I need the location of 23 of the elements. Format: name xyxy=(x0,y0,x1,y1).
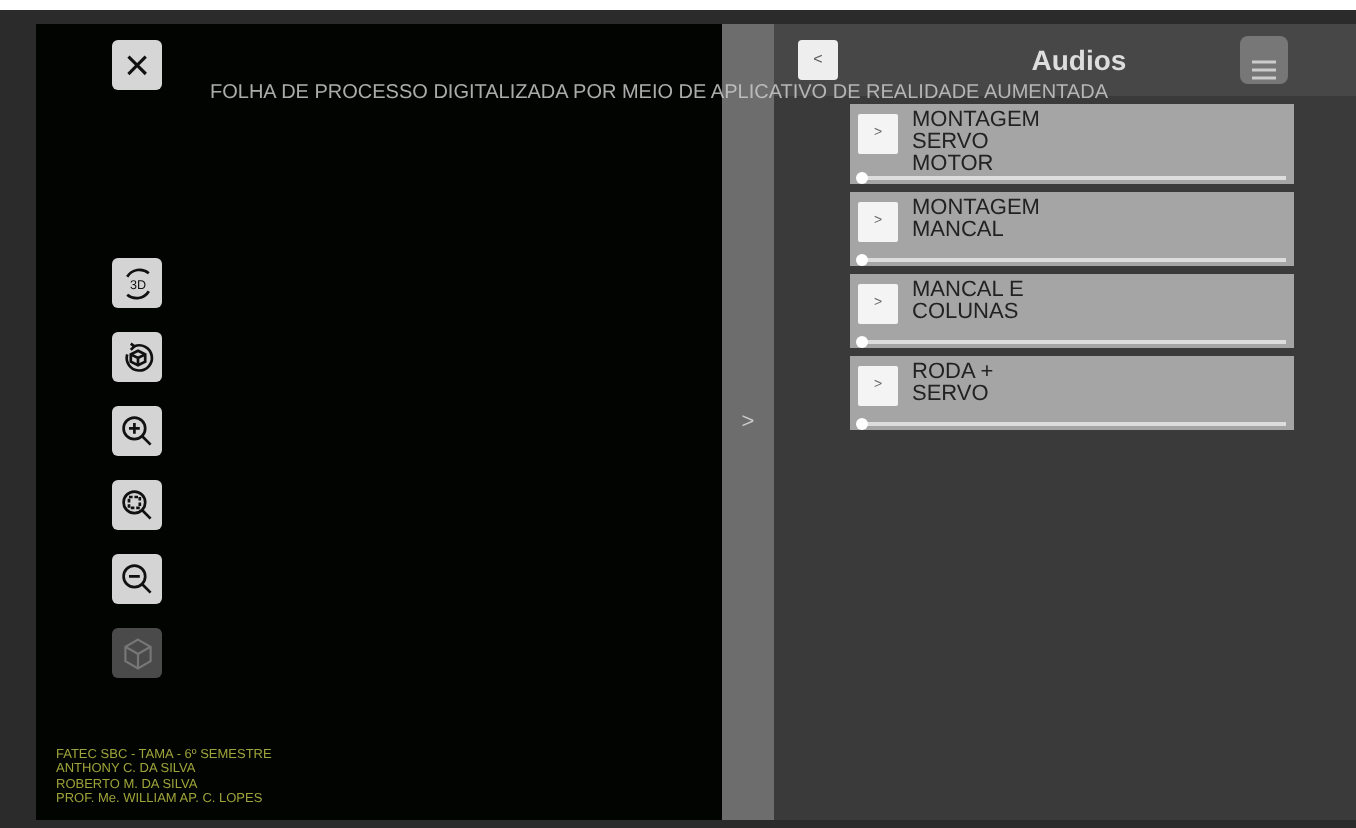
close-button[interactable]: × xyxy=(112,40,162,90)
panel-toggle-button[interactable]: > xyxy=(733,405,763,439)
menu-icon xyxy=(1250,57,1278,82)
audio-label: MONTAGEM SERVO MOTOR xyxy=(912,110,1042,176)
zoom-in-button[interactable] xyxy=(112,406,162,456)
cube-icon xyxy=(119,635,155,671)
audio-label: MONTAGEM MANCAL xyxy=(912,198,1042,242)
audio-progress-thumb[interactable] xyxy=(856,172,868,184)
rotate-cube-button[interactable] xyxy=(112,332,162,382)
audio-progress-thumb[interactable] xyxy=(856,418,868,430)
panel-title: Audios xyxy=(1029,41,1129,79)
audio-label: RODA + SERVO xyxy=(912,362,996,406)
zoom-fit-button[interactable] xyxy=(112,480,162,530)
zoom-out-icon xyxy=(119,561,155,597)
audio-progress-thumb[interactable] xyxy=(856,336,868,348)
zoom-in-icon xyxy=(119,413,155,449)
audio-label: MANCAL E COLUNAS xyxy=(912,280,1026,324)
zoom-out-button[interactable] xyxy=(112,554,162,604)
rotate-cube-icon xyxy=(119,339,155,375)
back-button[interactable]: < xyxy=(798,40,838,80)
menu-button[interactable] xyxy=(1240,36,1288,84)
zoom-fit-icon xyxy=(119,487,155,523)
audio-progress-thumb[interactable] xyxy=(856,254,868,266)
